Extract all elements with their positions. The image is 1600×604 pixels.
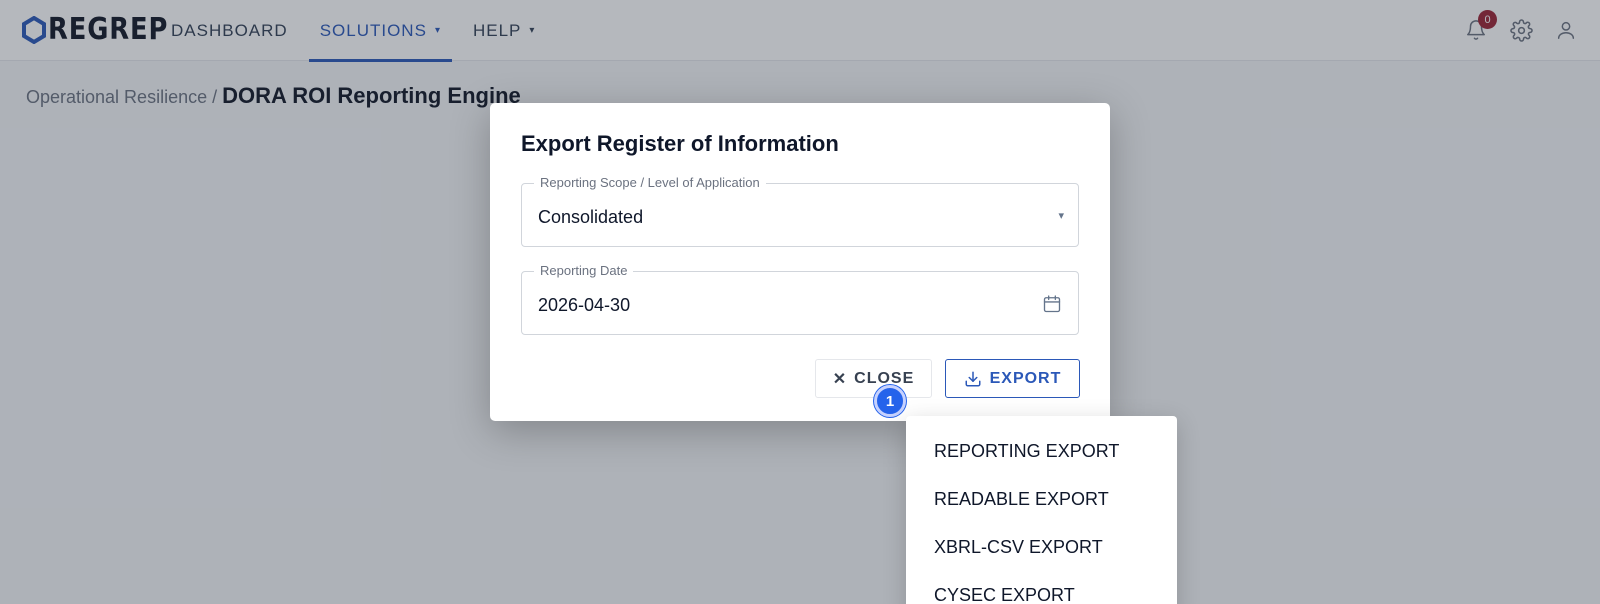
reporting-scope-label: Reporting Scope / Level of Application — [534, 175, 766, 191]
close-button[interactable]: ✕ CLOSE — [815, 359, 932, 398]
download-icon — [965, 371, 981, 386]
close-icon: ✕ — [832, 370, 848, 388]
reporting-date-field[interactable]: Reporting Date 2026-04-30 — [521, 263, 1079, 335]
export-dialog: Export Register of Information Reporting… — [490, 103, 1110, 421]
menu-item-xbrl-csv-export[interactable]: XBRL-CSV EXPORT — [934, 536, 1103, 558]
menu-item-reporting-export[interactable]: REPORTING EXPORT — [934, 440, 1119, 462]
menu-item-cysec-export[interactable]: CYSEC EXPORT — [934, 584, 1075, 604]
reporting-scope-value: Consolidated — [538, 207, 644, 227]
reporting-date-value: 2026-04-30 — [538, 295, 631, 315]
chevron-down-icon: ▾ — [1058, 210, 1064, 222]
menu-item-readable-export[interactable]: READABLE EXPORT — [934, 488, 1109, 510]
reporting-date-label: Reporting Date — [534, 263, 634, 279]
dialog-title: Export Register of Information — [521, 131, 839, 156]
step-marker: 1 — [874, 385, 906, 417]
reporting-scope-select[interactable]: Reporting Scope / Level of Application C… — [521, 175, 1079, 247]
calendar-icon[interactable] — [1042, 294, 1062, 314]
export-button[interactable]: EXPORT — [945, 359, 1080, 398]
export-button-label: EXPORT — [989, 369, 1062, 387]
export-menu: REPORTING EXPORT READABLE EXPORT XBRL-CS… — [906, 416, 1177, 604]
